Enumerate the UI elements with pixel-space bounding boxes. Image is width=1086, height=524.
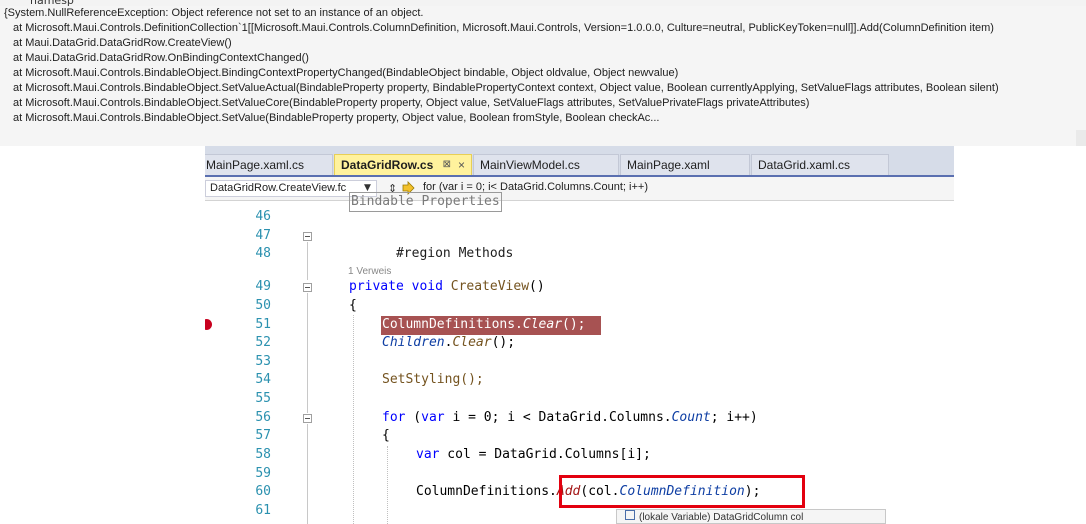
breakpoint-highlight: ColumnDefinitions.Clear(); — [381, 316, 601, 335]
code-line-49: private void CreateView() — [349, 278, 545, 296]
line-number: 48 — [255, 246, 271, 261]
indent-guide — [353, 315, 354, 524]
code-keyword: var — [421, 410, 445, 425]
code-call: SetStyling(); — [382, 372, 484, 387]
error-highlight-box — [559, 475, 805, 508]
line-number: 52 — [255, 335, 271, 350]
tab-label: MainPage.xaml — [627, 158, 710, 172]
stack-frame: at Microsoft.Maui.Controls.DefinitionCol… — [13, 22, 994, 34]
code-text: ColumnDefinitions. — [416, 484, 557, 499]
collapse-region-icon[interactable] — [303, 232, 312, 241]
code-line-57: { — [382, 428, 390, 443]
line-number: 61 — [255, 503, 271, 518]
document-tab-strip: MainPage.xaml.cs DataGridRow.cs ⊠ × Main… — [205, 146, 954, 177]
pin-icon[interactable]: ⊠ — [443, 155, 451, 175]
line-number: 54 — [255, 372, 271, 387]
tab-label: DataGrid.xaml.cs — [758, 158, 851, 172]
code-editor: MainPage.xaml.cs DataGridRow.cs ⊠ × Main… — [205, 146, 954, 524]
code-text: (); — [562, 317, 586, 332]
tab-label: DataGridRow.cs — [341, 158, 434, 172]
references-codelens[interactable]: 1 Verweis — [348, 266, 391, 277]
scrollbar[interactable] — [1076, 130, 1086, 146]
code-keyword: var — [416, 447, 440, 462]
code-line-51: ColumnDefinitions.Clear(); — [382, 316, 586, 334]
line-number: 59 — [255, 466, 271, 481]
exception-details: {System.NullReferenceException: Object r… — [0, 6, 1086, 146]
variable-icon — [625, 510, 635, 520]
code-line-50: { — [349, 298, 357, 313]
line-number: 58 — [255, 447, 271, 462]
tab-mainviewmodel-cs[interactable]: MainViewModel.cs — [473, 154, 619, 175]
tab-label: MainViewModel.cs — [480, 158, 580, 172]
stack-frame: at Microsoft.Maui.Controls.BindableObjec… — [13, 67, 679, 79]
code-property: Count — [671, 410, 711, 425]
quickinfo-tooltip: (lokale Variable) DataGridColumn col — [616, 509, 886, 524]
collapse-method-icon[interactable] — [303, 283, 312, 292]
code-property: Children — [382, 335, 445, 350]
close-icon[interactable]: × — [458, 155, 465, 175]
stack-frame: at Microsoft.Maui.Controls.BindableObjec… — [13, 112, 660, 124]
code-keyword: for — [382, 410, 406, 425]
code-method-name: Clear — [522, 317, 563, 332]
member-dropdown-value: DataGridRow.CreateView.fc — [210, 182, 347, 194]
line-number: 60 — [255, 484, 271, 499]
code-line-52: Children.Clear(); — [382, 334, 515, 352]
code-method-name: Clear — [452, 335, 492, 350]
tab-mainpage-xaml[interactable]: MainPage.xaml — [620, 154, 750, 175]
line-number: 50 — [255, 298, 271, 313]
line-number: 57 — [255, 428, 271, 443]
region-directive: #region Methods — [395, 246, 514, 261]
indent-guide — [387, 446, 388, 524]
outline-line — [307, 242, 308, 280]
navigation-bar: DataGridRow.CreateView.fc ▼ ⇕ for (var i… — [205, 177, 954, 201]
tab-mainpage-xaml-cs[interactable]: MainPage.xaml.cs — [205, 154, 333, 175]
line-number: 56 — [255, 410, 271, 425]
outline-line — [307, 293, 308, 413]
line-number: 46 — [255, 209, 271, 224]
line-number: 51 — [255, 317, 271, 332]
line-number: 47 — [255, 228, 271, 243]
code-line-56: for (var i = 0; i < DataGrid.Columns.Cou… — [382, 409, 758, 427]
code-text: ( — [405, 410, 422, 425]
code-text: (); — [491, 335, 516, 350]
code-text: ColumnDefinitions. — [382, 317, 523, 332]
stack-frame: at Maui.DataGrid.DataGridRow.OnBindingCo… — [13, 52, 309, 64]
stack-frame: at Microsoft.Maui.Controls.BindableObjec… — [13, 82, 999, 94]
code-keyword: private void — [349, 279, 451, 294]
code-line-59: var col = DataGrid.Columns[i]; — [416, 446, 651, 464]
line-number: 53 — [255, 354, 271, 369]
tab-datagrid-xaml-cs[interactable]: DataGrid.xaml.cs — [751, 154, 889, 175]
exception-message: {System.NullReferenceException: Object r… — [4, 7, 424, 19]
code-text: ; i++) — [710, 410, 758, 425]
stack-frame: at Maui.DataGrid.DataGridRow.CreateView(… — [13, 37, 232, 49]
code-text: () — [529, 279, 545, 294]
outline-line — [307, 424, 308, 524]
code-line-54: SetStyling(); — [382, 371, 484, 389]
tab-datagridrow-cs[interactable]: DataGridRow.cs ⊠ × — [334, 154, 472, 175]
code-method-name: CreateView — [450, 279, 530, 294]
collapsed-region-bindable-properties[interactable]: Bindable Properties — [349, 192, 502, 212]
collapse-loop-icon[interactable] — [303, 414, 312, 423]
line-number: 55 — [255, 391, 271, 406]
code-text: i = 0; i < DataGrid.Columns. — [444, 410, 672, 425]
code-text: col = DataGrid.Columns[i]; — [439, 447, 651, 462]
line-number: 49 — [255, 279, 271, 294]
tab-label: MainPage.xaml.cs — [206, 158, 305, 172]
stack-frame: at Microsoft.Maui.Controls.BindableObjec… — [13, 97, 810, 109]
tooltip-text: (lokale Variable) DataGridColumn col — [639, 512, 804, 523]
